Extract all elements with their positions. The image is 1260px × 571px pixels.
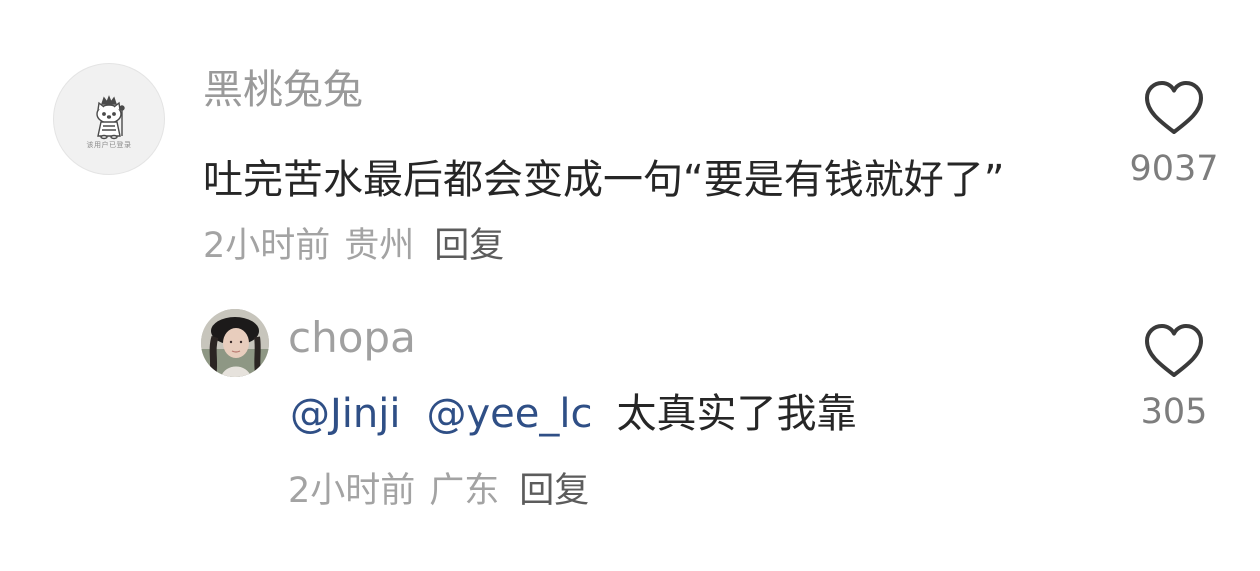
heart-outline-icon bbox=[1145, 81, 1203, 134]
reply-button[interactable]: 回复 bbox=[434, 226, 504, 266]
reply-button[interactable]: 回复 bbox=[519, 471, 589, 511]
like-count: 9037 bbox=[1129, 149, 1219, 189]
like-count: 305 bbox=[1140, 392, 1208, 432]
heart-outline-icon bbox=[1145, 324, 1203, 377]
reply-text: 太真实了我靠 bbox=[616, 391, 857, 437]
reply-username[interactable]: chopa bbox=[288, 317, 416, 359]
reply-location: 广东 bbox=[429, 471, 500, 511]
comment-username[interactable]: 黑桃兔兔 bbox=[203, 70, 363, 110]
comment-body: 吐完苦水最后都会变成一句“要是有钱就好了” 2小时前 贵州 回复 bbox=[203, 148, 1053, 278]
mention-link[interactable]: @yee_lc bbox=[427, 391, 593, 437]
like-button[interactable]: 305 bbox=[1119, 323, 1229, 430]
comment-time: 2小时前 bbox=[203, 226, 331, 266]
like-button[interactable]: 9037 bbox=[1119, 80, 1229, 187]
comment-location: 贵州 bbox=[344, 226, 415, 266]
avatar[interactable]: 该用户已登录 bbox=[53, 63, 165, 175]
comment-meta: 2小时前 贵州 回复 bbox=[203, 226, 504, 266]
reply-meta: 2小时前 广东 回复 bbox=[288, 466, 589, 516]
avatar[interactable] bbox=[201, 309, 269, 377]
cat-mascot-icon bbox=[96, 95, 125, 140]
avatar-caption: 该用户已登录 bbox=[86, 141, 132, 149]
mention-link[interactable]: @Jinji bbox=[290, 391, 401, 437]
user-photo-icon bbox=[201, 309, 269, 377]
reply-time: 2小时前 bbox=[288, 471, 416, 511]
reply-body: @Jinji @yee_lc 太真实了我靠 bbox=[290, 384, 857, 444]
comment-text: 吐完苦水最后都会变成一句“要是有钱就好了” bbox=[203, 157, 1005, 203]
